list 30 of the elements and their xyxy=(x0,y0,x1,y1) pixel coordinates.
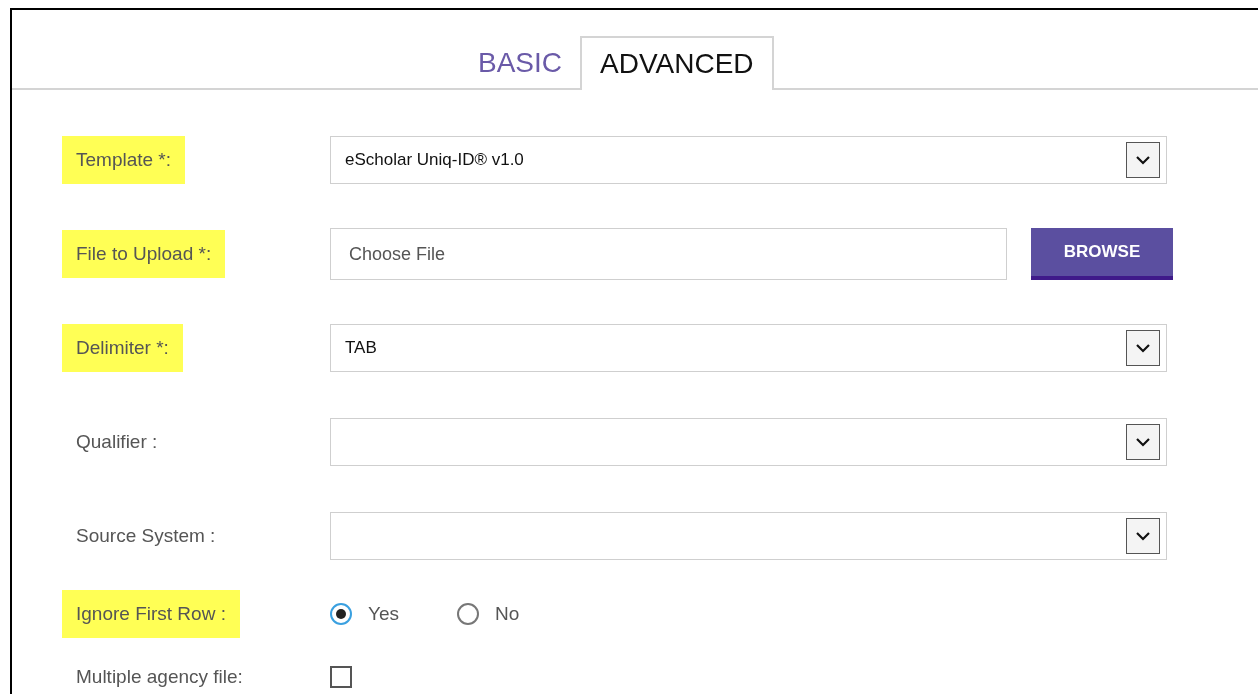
caret-icon xyxy=(1135,154,1151,166)
dropdown-arrow-button[interactable] xyxy=(1126,424,1160,460)
dropdown-arrow-button[interactable] xyxy=(1126,330,1160,366)
dropdown-field[interactable]: eScholar Uniq-ID® v1.0 xyxy=(330,136,1167,184)
caret-icon xyxy=(1135,342,1151,354)
tab[interactable]: BASIC xyxy=(460,36,581,90)
radio-button[interactable] xyxy=(330,603,352,625)
radio-label: No xyxy=(495,601,520,626)
browse-button[interactable]: BROWSE xyxy=(1031,228,1173,280)
dropdown-value: eScholar Uniq-ID® v1.0 xyxy=(345,149,524,172)
radio-label: Yes xyxy=(368,601,399,626)
dropdown-field[interactable] xyxy=(330,418,1167,466)
dropdown-value: TAB xyxy=(345,337,377,360)
tab[interactable]: ADVANCED xyxy=(580,36,774,90)
dropdown-field[interactable]: TAB xyxy=(330,324,1167,372)
field-label: Delimiter *: xyxy=(62,323,183,373)
file-field[interactable]: Choose File xyxy=(330,228,1007,280)
field-label: Multiple agency file: xyxy=(75,664,244,689)
field-label: Template *: xyxy=(62,135,186,185)
dropdown-field[interactable] xyxy=(330,512,1167,560)
field-label: Ignore First Row : xyxy=(62,589,240,639)
dropdown-arrow-button[interactable] xyxy=(1126,518,1160,554)
radio-button[interactable] xyxy=(457,603,479,625)
dropdown-arrow-button[interactable] xyxy=(1126,142,1160,178)
field-label: File to Upload *: xyxy=(62,229,226,279)
field-label: Source System : xyxy=(75,523,217,548)
caret-icon xyxy=(1135,530,1151,542)
caret-icon xyxy=(1135,436,1151,448)
field-label: Qualifier : xyxy=(75,429,159,454)
checkbox[interactable] xyxy=(330,666,352,688)
